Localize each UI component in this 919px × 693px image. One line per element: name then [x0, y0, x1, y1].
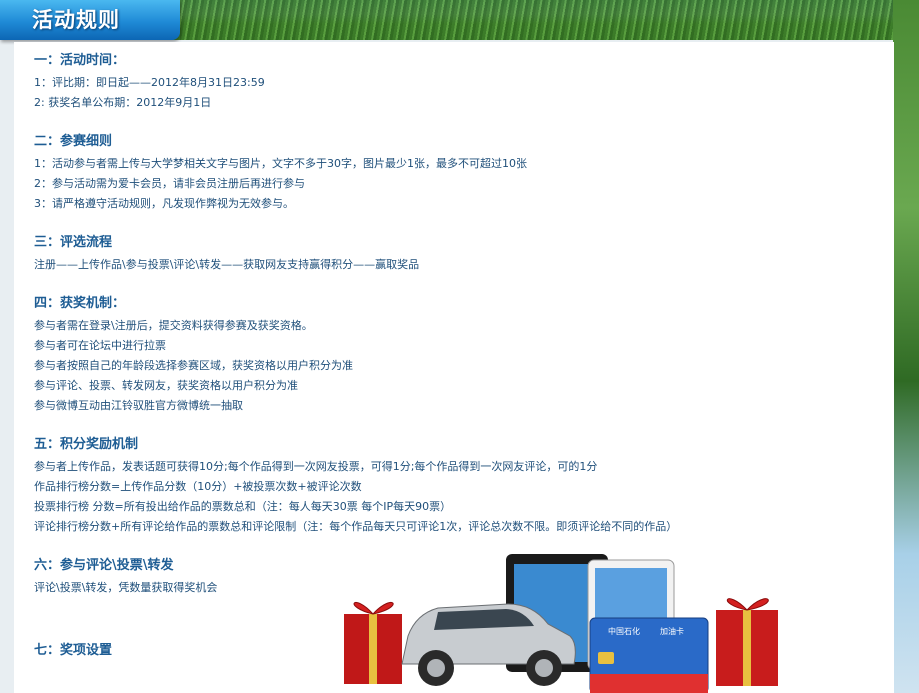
title-tab: 活动规则: [0, 0, 180, 40]
section-process: 三：评选流程 注册——上传作品\参与投票\评论\转发——获取网友支持赢得积分——…: [34, 234, 864, 275]
card-brand: 中国石化: [608, 626, 640, 636]
gift-box-icon: [716, 598, 778, 686]
gift-box-icon: [344, 601, 402, 684]
rule-line: 参与评论、投票、转发网友，获奖资格以用户积分为准: [34, 379, 298, 392]
rule-line: 2：参与活动需为爱卡会员，请非会员注册后再进行参与: [34, 177, 305, 190]
rule-line: 2: 获奖名单公布期：2012年9月1日: [34, 96, 212, 109]
rule-line: 参与者需在登录\注册后，提交资料获得参赛及获奖资格。: [34, 319, 313, 332]
rule-line: 参与微博互动由江铃驭胜官方微博统一抽取: [34, 399, 243, 412]
page-title: 活动规则: [32, 8, 120, 32]
section-heading: 五：积分奖励机制: [34, 437, 139, 452]
section-heading: 四：获奖机制：: [34, 296, 126, 311]
rule-line: 评论排行榜分数+所有评论给作品的票数总和评论限制（注：每个作品每天只可评论1次，…: [34, 520, 678, 533]
section-heading: 三：评选流程: [34, 235, 113, 250]
rule-line: 注册——上传作品\参与投票\评论\转发——获取网友支持赢得积分——赢取奖品: [34, 258, 420, 271]
section-heading: 一：活动时间：: [34, 53, 126, 68]
card-label: 加油卡: [660, 626, 684, 636]
rule-line: 参与者上传作品，发表话题可获得10分;每个作品得到一次网友投票，可得1分;每个作…: [34, 460, 598, 473]
grass-background: [180, 0, 919, 40]
rule-line: 3：请严格遵守活动规则，凡发现作弊视为无效参与。: [34, 197, 294, 210]
right-landscape-strip: [893, 0, 919, 693]
section-heading: 二：参赛细则: [34, 134, 113, 149]
rule-line: 1：活动参与者需上传与大学梦相关文字与图片，文字不多于30字，图片最少1张，最多…: [34, 157, 527, 170]
rule-line: 参与者可在论坛中进行拉票: [34, 339, 166, 352]
rule-line: 投票排行榜 分数=所有投出给作品的票数总和（注：每人每天30票 每个IP每天90…: [34, 500, 452, 513]
section-award-mechanism: 四：获奖机制： 参与者需在登录\注册后，提交资料获得参赛及获奖资格。 参与者可在…: [34, 295, 864, 416]
rule-line: 作品排行榜分数=上传作品分数（10分）+被投票次数+被评论次数: [34, 480, 362, 493]
rule-line: 参与者按照自己的年龄段选择参赛区域，获奖资格以用户积分为准: [34, 359, 353, 372]
section-time: 一：活动时间： 1：评比期：即日起——2012年8月31日23:59 2: 获奖…: [34, 52, 864, 113]
section-details: 二：参赛细则 1：活动参与者需上传与大学梦相关文字与图片，文字不多于30字，图片…: [34, 133, 864, 214]
section-points: 五：积分奖励机制 参与者上传作品，发表话题可获得10分;每个作品得到一次网友投票…: [34, 436, 864, 537]
prize-illustration: 中国石化 加油卡: [344, 554, 778, 693]
rule-line: 1：评比期：即日起——2012年8月31日23:59: [34, 76, 265, 89]
